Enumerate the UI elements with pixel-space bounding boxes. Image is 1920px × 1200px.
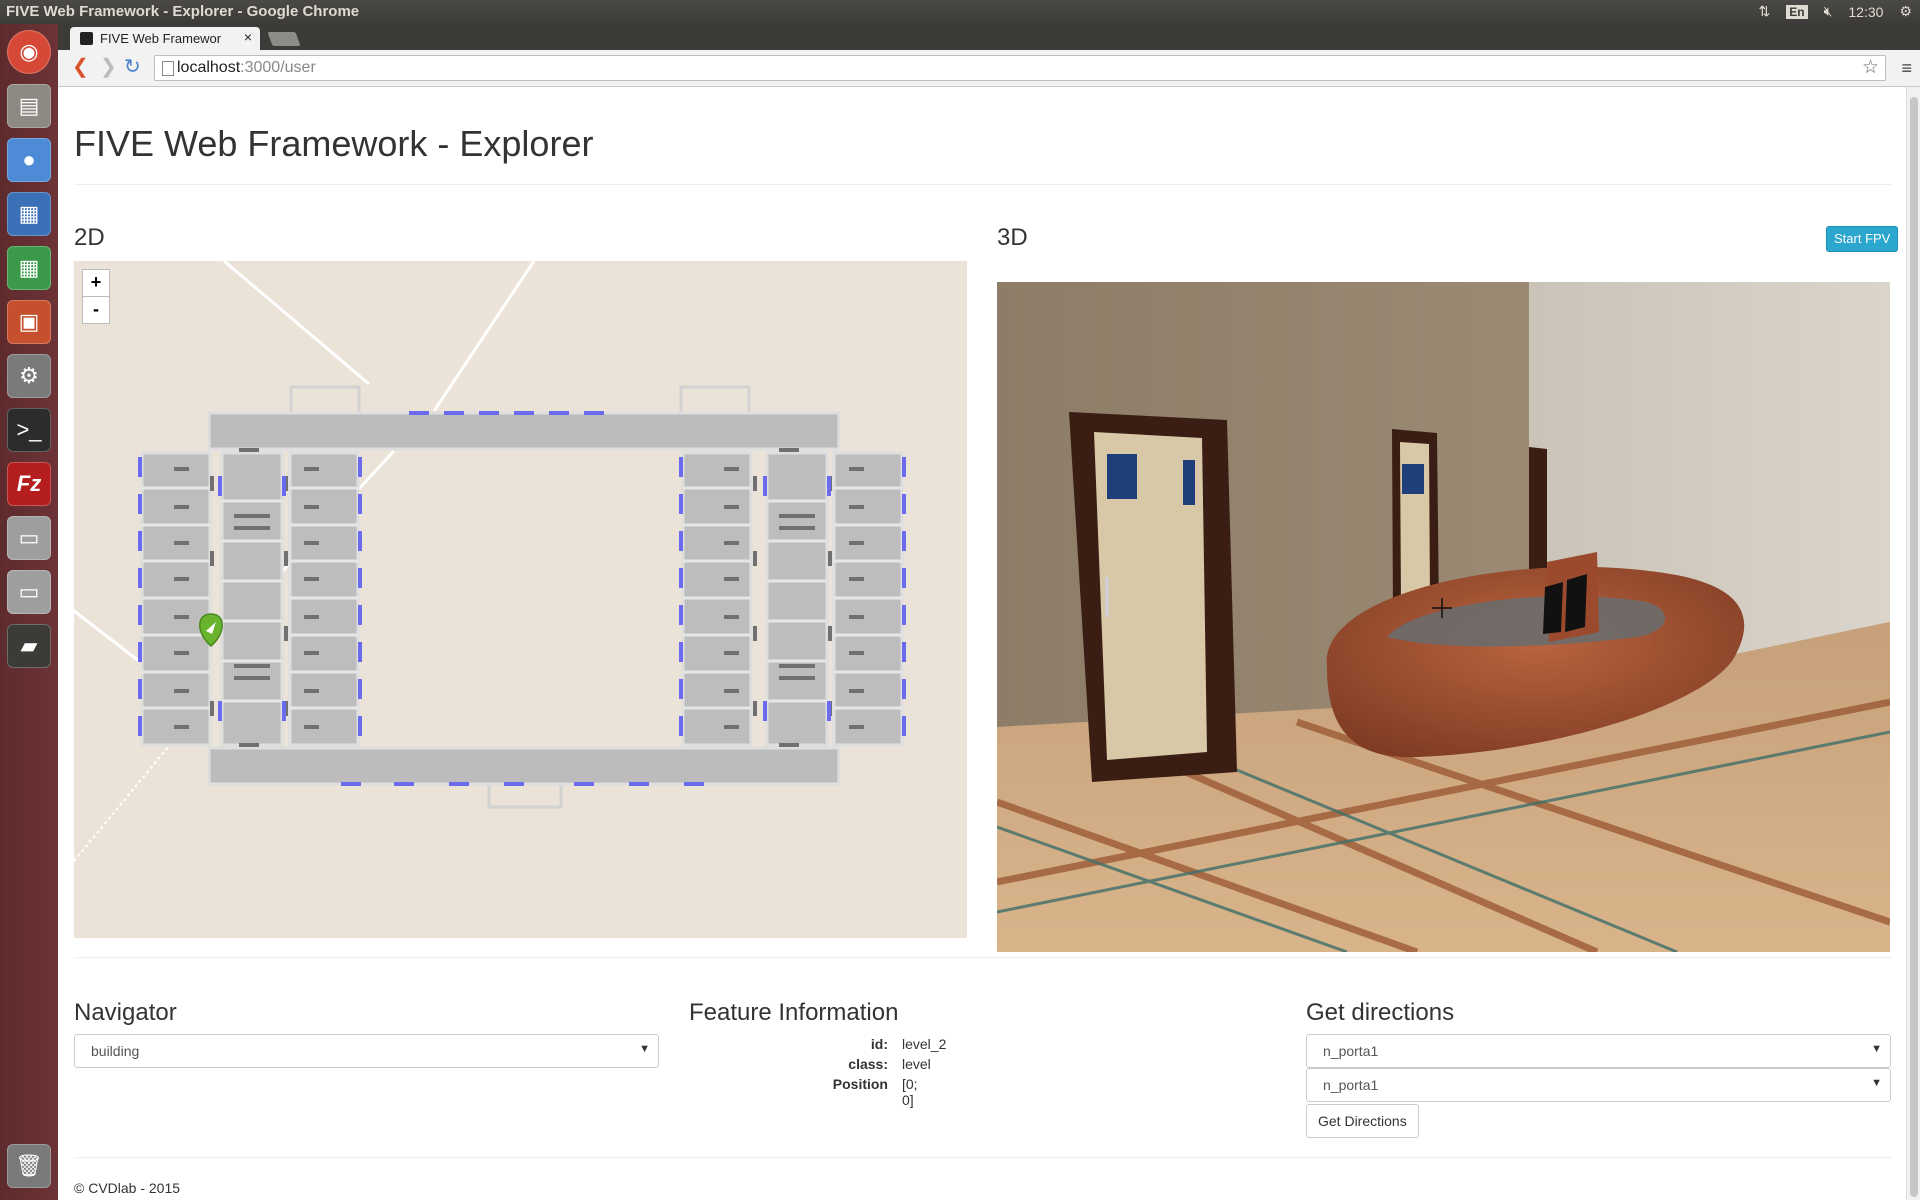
favicon-icon [80, 32, 93, 45]
start-fpv-button[interactable]: Start FPV [1826, 226, 1899, 252]
network-icon[interactable]: ⇅ [1758, 3, 1770, 20]
map-2d[interactable]: + - [74, 261, 967, 938]
chevron-down-icon: ▼ [1871, 1043, 1882, 1055]
directions-from-select[interactable]: n_porta1 ▼ [1306, 1034, 1891, 1068]
clock[interactable]: 12:30 [1848, 4, 1883, 20]
browser-tab[interactable]: FIVE Web Framewor × [70, 27, 260, 50]
get-directions-button[interactable]: Get Directions [1306, 1104, 1419, 1138]
drive-icon[interactable]: ▭ [7, 516, 51, 560]
footer-text: © CVDlab - 2015 [74, 1180, 181, 1196]
ubuntu-dash-icon[interactable]: ◉ [7, 30, 51, 74]
unity-launcher: ◉ ▤ ● ▦ ▦ ▣ ⚙ >_ Fz ▭ ▭ ▰ 🗑︎ [0, 24, 59, 1200]
chrome-icon[interactable]: ● [7, 138, 51, 182]
directions-heading: Get directions [1306, 999, 1455, 1026]
feature-key: Position [832, 1076, 888, 1092]
page-icon [162, 61, 174, 76]
url-text[interactable]: localhost:3000/user [177, 59, 316, 77]
new-tab-button[interactable] [267, 32, 301, 46]
files-icon[interactable]: ▤ [7, 84, 51, 128]
feature-info-heading: Feature Information [689, 999, 899, 1026]
chevron-down-icon: ▼ [1871, 1077, 1882, 1089]
feature-key: class: [848, 1056, 888, 1072]
view-3d[interactable] [997, 282, 1890, 952]
system-tray: ⇅ En 🔇︎ 12:30 ⚙ [1758, 3, 1912, 20]
floor-plan [74, 261, 906, 862]
trash-icon[interactable]: 🗑︎ [7, 1144, 51, 1188]
bookmark-star-icon[interactable]: ☆ [1862, 56, 1879, 79]
zoom-in-button[interactable]: + [82, 269, 110, 297]
writer-icon[interactable]: ▦ [7, 192, 51, 236]
feature-value: level_2 [902, 1036, 947, 1052]
divider [74, 957, 1892, 958]
impress-icon[interactable]: ▣ [7, 300, 51, 344]
browser-toolbar: ❮ ❯ ↻ localhost:3000/user ☆ ≡ [58, 50, 1920, 87]
feature-value: level [902, 1056, 931, 1072]
system-top-panel: FIVE Web Framework - Explorer - Google C… [0, 0, 1920, 24]
browser-tab-strip: FIVE Web Framewor × [58, 24, 1920, 50]
panel-2d-heading: 2D [74, 224, 105, 251]
calc-icon[interactable]: ▦ [7, 246, 51, 290]
feature-value: [0; 0] [902, 1076, 918, 1108]
reload-icon[interactable]: ↻ [124, 57, 141, 77]
back-arrow-icon[interactable]: ❮ [72, 57, 89, 77]
drive-icon[interactable]: ▭ [7, 570, 51, 614]
page-scrollbar[interactable] [1906, 87, 1920, 1200]
sd-card-icon[interactable]: ▰ [7, 624, 51, 668]
divider [74, 1157, 1892, 1158]
settings-gear-icon[interactable]: ⚙ [1899, 3, 1912, 20]
address-bar[interactable]: localhost:3000/user ☆ [154, 55, 1886, 81]
system-settings-icon[interactable]: ⚙ [7, 354, 51, 398]
divider [74, 184, 1892, 185]
close-tab-icon[interactable]: × [244, 29, 252, 45]
window-title: FIVE Web Framework - Explorer - Google C… [6, 3, 360, 20]
filezilla-icon[interactable]: Fz [7, 462, 51, 506]
chevron-down-icon: ▼ [639, 1043, 650, 1055]
scrollbar-thumb[interactable] [1910, 97, 1918, 1197]
web-page: FIVE Web Framework - Explorer 2D 3D Star… [58, 87, 1906, 1200]
feature-key: id: [870, 1036, 888, 1052]
terminal-icon[interactable]: >_ [7, 408, 51, 452]
page-title: FIVE Web Framework - Explorer [74, 123, 594, 164]
to-selected-value: n_porta1 [1323, 1077, 1379, 1093]
chrome-menu-icon[interactable]: ≡ [1901, 58, 1912, 79]
navigator-heading: Navigator [74, 999, 177, 1026]
from-selected-value: n_porta1 [1323, 1043, 1379, 1059]
zoom-out-button[interactable]: - [82, 296, 110, 324]
volume-muted-icon[interactable]: 🔇︎ [1824, 3, 1833, 20]
scene-3d [997, 282, 1890, 952]
navigator-select[interactable]: building ▼ [74, 1034, 659, 1068]
tab-title: FIVE Web Framewor [100, 31, 222, 46]
navigator-selected-value: building [91, 1043, 140, 1059]
forward-arrow-icon[interactable]: ❯ [100, 57, 117, 77]
directions-to-select[interactable]: n_porta1 ▼ [1306, 1068, 1891, 1102]
keyboard-indicator[interactable]: En [1786, 4, 1808, 19]
panel-3d-heading: 3D [997, 224, 1028, 251]
